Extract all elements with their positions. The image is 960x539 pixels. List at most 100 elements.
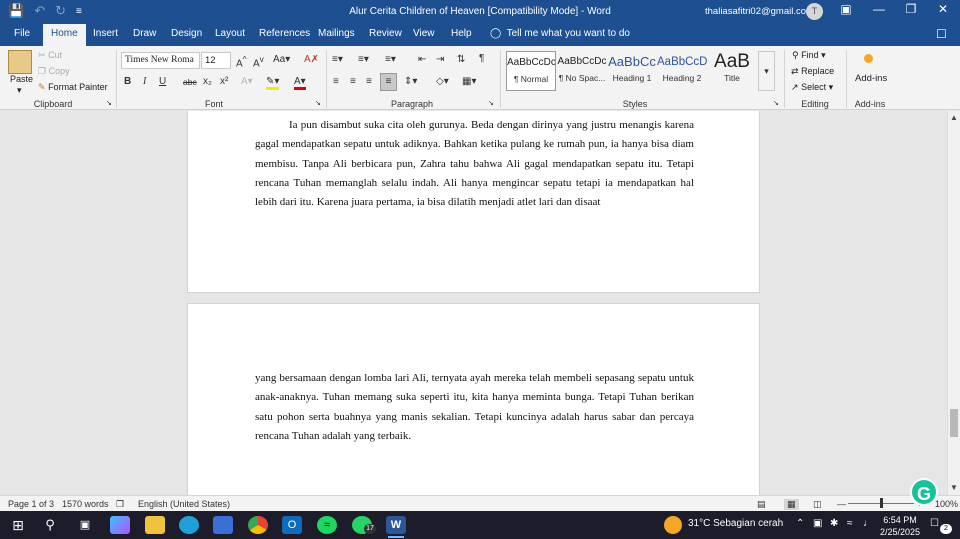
clock[interactable]: 6:54 PM 2/25/2025 bbox=[880, 514, 920, 538]
print-layout-icon[interactable]: ▦ bbox=[784, 499, 799, 510]
vertical-scrollbar[interactable]: ▲ ▼ bbox=[947, 111, 960, 495]
read-mode-icon[interactable]: ▤ bbox=[757, 499, 766, 510]
paste-button[interactable]: Paste bbox=[10, 74, 33, 84]
style-title[interactable]: AaB Title bbox=[707, 51, 757, 91]
bullets-icon[interactable]: ≡▾ bbox=[332, 54, 343, 65]
zoom-slider-thumb[interactable] bbox=[880, 498, 883, 508]
chevron-up-icon[interactable]: ⌃ bbox=[796, 518, 804, 529]
tab-references[interactable]: References bbox=[259, 28, 310, 39]
style-no-spacing[interactable]: AaBbCcDc ¶ No Spac... bbox=[557, 51, 607, 91]
paragraph-text[interactable]: Ia pun disambut suka cita oleh gurunya. … bbox=[255, 116, 694, 212]
paragraph-text[interactable]: yang bersamaan dengan lomba lari Ali, te… bbox=[255, 369, 694, 446]
text-effects-icon[interactable]: A▾ bbox=[241, 76, 253, 87]
show-marks-icon[interactable]: ¶ bbox=[479, 53, 484, 64]
close-icon[interactable]: ✕ bbox=[933, 2, 953, 16]
network-icon[interactable]: ▣ bbox=[813, 518, 822, 529]
spotify-icon[interactable]: ≈ bbox=[317, 516, 337, 534]
zoom-out-icon[interactable]: — bbox=[837, 499, 846, 509]
underline-button[interactable]: U bbox=[159, 76, 166, 87]
restore-icon[interactable]: ❐ bbox=[901, 2, 921, 16]
copy-button[interactable]: ❐ Copy bbox=[38, 66, 70, 77]
grow-font-icon[interactable]: A^ bbox=[236, 54, 247, 69]
shading-icon[interactable]: ◇▾ bbox=[436, 76, 449, 87]
dialog-launcher-icon[interactable]: ↘ bbox=[315, 99, 321, 107]
tab-file[interactable]: File bbox=[14, 28, 30, 39]
page-count[interactable]: Page 1 of 3 bbox=[8, 499, 54, 509]
store-icon[interactable] bbox=[213, 516, 233, 534]
bluetooth-icon[interactable]: ✱ bbox=[830, 518, 838, 529]
format-painter-button[interactable]: ✎ Format Painter bbox=[38, 82, 108, 93]
highlight-icon[interactable]: ✎▾ bbox=[266, 76, 280, 90]
web-layout-icon[interactable]: ◫ bbox=[813, 499, 822, 510]
scroll-down-icon[interactable]: ▼ bbox=[950, 483, 958, 492]
align-center-icon[interactable]: ≡ bbox=[350, 76, 356, 87]
wifi-icon[interactable]: ≈ bbox=[847, 518, 853, 529]
copilot-icon[interactable] bbox=[110, 516, 130, 534]
tab-view[interactable]: View bbox=[413, 28, 435, 39]
sort-icon[interactable]: ⇅ bbox=[457, 54, 465, 65]
tab-layout[interactable]: Layout bbox=[215, 28, 245, 39]
scroll-up-icon[interactable]: ▲ bbox=[950, 113, 958, 122]
style-normal[interactable]: AaBbCcDc ¶ Normal bbox=[506, 51, 556, 91]
tab-review[interactable]: Review bbox=[369, 28, 402, 39]
windows-start-icon[interactable]: ⊞ bbox=[8, 516, 28, 534]
word-icon[interactable]: W bbox=[386, 516, 406, 534]
cut-button[interactable]: ✂ Cut bbox=[38, 50, 62, 61]
styles-more-icon[interactable]: ▾ bbox=[758, 51, 775, 91]
font-color-icon[interactable]: A▾ bbox=[294, 76, 306, 90]
search-icon[interactable]: ⚲ bbox=[40, 516, 60, 534]
strikethrough-button[interactable]: abc bbox=[183, 77, 197, 87]
tab-insert[interactable]: Insert bbox=[93, 28, 118, 39]
account-name[interactable]: thaliasafitri02@gmail.com bbox=[705, 6, 814, 17]
dialog-launcher-icon[interactable]: ↘ bbox=[106, 99, 112, 107]
word-count[interactable]: 1570 words bbox=[62, 499, 109, 509]
scrollbar-thumb[interactable] bbox=[950, 409, 958, 437]
notifications-icon[interactable]: ☐ bbox=[930, 518, 939, 529]
tell-me-search[interactable]: ◯ Tell me what you want to do bbox=[490, 28, 630, 39]
grammarly-icon[interactable]: G bbox=[910, 478, 938, 506]
document-page[interactable]: yang bersamaan dengan lomba lari Ali, te… bbox=[187, 303, 760, 495]
change-case-icon[interactable]: Aa▾ bbox=[273, 54, 290, 65]
weather-text[interactable]: 31°C Sebagian cerah bbox=[688, 518, 783, 529]
dialog-launcher-icon[interactable]: ↘ bbox=[773, 99, 779, 107]
proofing-icon[interactable]: ❐ bbox=[116, 499, 124, 510]
paste-dropdown-icon[interactable]: ▾ bbox=[17, 85, 22, 96]
tab-help[interactable]: Help bbox=[451, 28, 472, 39]
increase-indent-icon[interactable]: ⇥ bbox=[436, 54, 444, 65]
align-left-icon[interactable]: ≡ bbox=[333, 76, 339, 87]
subscript-button[interactable]: x₂ bbox=[203, 76, 212, 87]
replace-button[interactable]: ⇄ Replace bbox=[791, 66, 834, 77]
tab-home[interactable]: Home bbox=[43, 24, 86, 46]
bold-button[interactable]: B bbox=[124, 76, 131, 87]
chrome-icon[interactable] bbox=[248, 516, 268, 534]
language-indicator[interactable]: English (United States) bbox=[138, 499, 230, 509]
tab-mailings[interactable]: Mailings bbox=[318, 28, 355, 39]
shrink-font-icon[interactable]: Av bbox=[253, 54, 264, 69]
select-button[interactable]: ↗ Select ▾ bbox=[791, 82, 833, 93]
paste-icon[interactable] bbox=[8, 50, 32, 74]
task-view-icon[interactable]: ▣ bbox=[75, 516, 95, 534]
font-size-input[interactable]: 12 bbox=[201, 52, 231, 69]
weather-icon[interactable] bbox=[664, 516, 682, 534]
minimize-icon[interactable]: — bbox=[869, 2, 889, 16]
line-spacing-icon[interactable]: ⇕▾ bbox=[404, 76, 417, 87]
edge-icon[interactable] bbox=[179, 516, 199, 534]
tab-design[interactable]: Design bbox=[171, 28, 202, 39]
tab-draw[interactable]: Draw bbox=[133, 28, 156, 39]
superscript-button[interactable]: x² bbox=[220, 76, 228, 87]
align-right-icon[interactable]: ≡ bbox=[366, 76, 372, 87]
document-page[interactable]: Ia pun disambut suka cita oleh gurunya. … bbox=[187, 111, 760, 293]
justify-icon[interactable]: ≡ bbox=[380, 73, 397, 91]
numbering-icon[interactable]: ≡▾ bbox=[358, 54, 369, 65]
zoom-level[interactable]: 100% bbox=[935, 499, 958, 509]
volume-icon[interactable]: ♩ bbox=[863, 518, 873, 529]
multilevel-list-icon[interactable]: ≡▾ bbox=[385, 54, 396, 65]
file-explorer-icon[interactable] bbox=[145, 516, 165, 534]
italic-button[interactable]: I bbox=[143, 76, 146, 87]
ribbon-display-icon[interactable]: ▣ bbox=[836, 2, 856, 16]
find-button[interactable]: ⚲ Find ▾ bbox=[792, 50, 826, 61]
dialog-launcher-icon[interactable]: ↘ bbox=[488, 99, 494, 107]
avatar[interactable]: T bbox=[806, 3, 823, 20]
font-name-input[interactable]: Times New Roma bbox=[121, 52, 200, 69]
decrease-indent-icon[interactable]: ⇤ bbox=[418, 54, 426, 65]
